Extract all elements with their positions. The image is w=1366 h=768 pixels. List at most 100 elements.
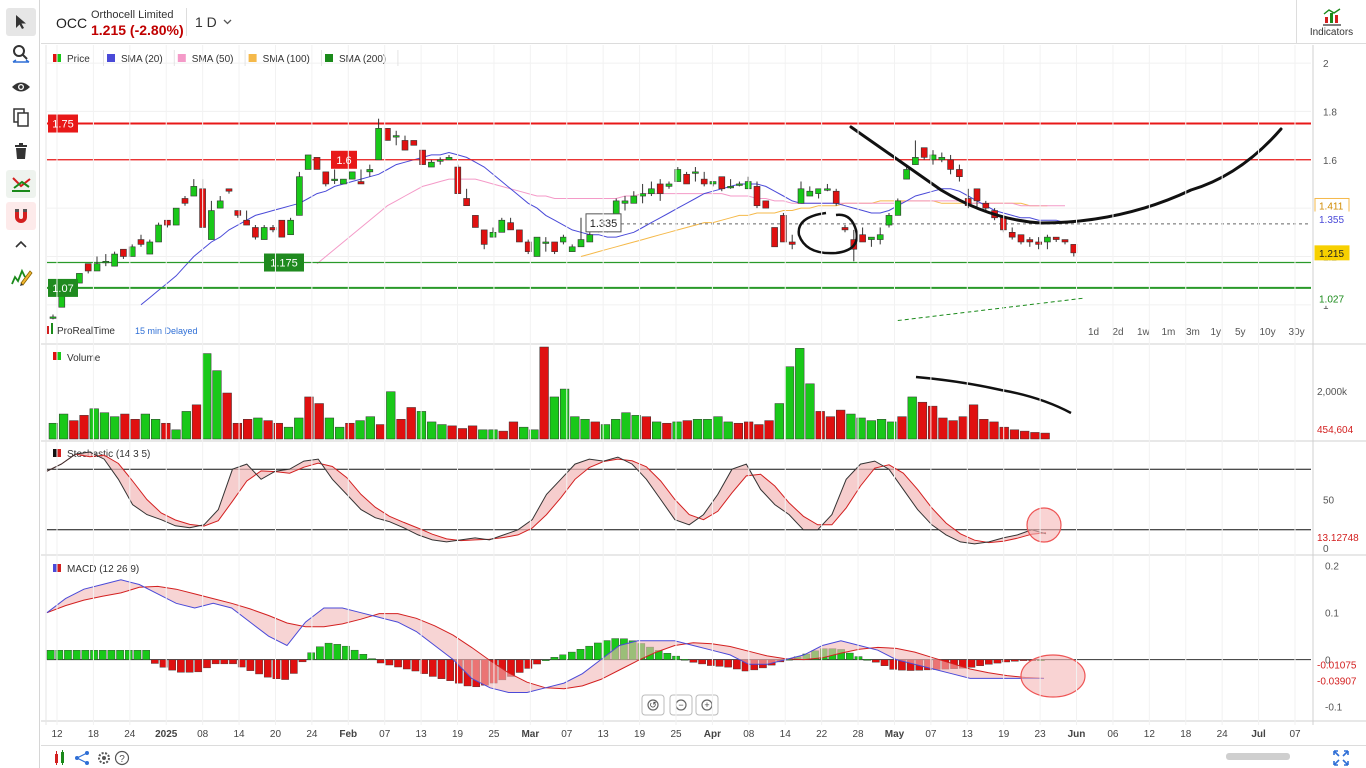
volume-bar	[938, 417, 948, 440]
pencil-icon[interactable]	[6, 262, 36, 290]
volume-bar	[713, 416, 723, 440]
magnet-icon[interactable]	[6, 202, 36, 230]
indicators-label: Indicators	[1309, 26, 1354, 38]
macd-histogram-bar	[394, 659, 402, 668]
copy-icon[interactable]	[6, 104, 36, 132]
zoom-out-icon[interactable]: −	[669, 694, 693, 716]
timeframe-button[interactable]: 1m	[1162, 327, 1176, 338]
macd-histogram-bar	[359, 654, 368, 660]
candle-body	[181, 198, 189, 204]
hand-drawn-volume-line[interactable]	[915, 375, 1072, 415]
eye-icon[interactable]	[6, 73, 36, 101]
x-tick-label: 12	[51, 729, 63, 740]
macd-histogram-bar	[846, 652, 854, 660]
macd-histogram-bar	[889, 659, 898, 670]
x-tick-label: 07	[379, 729, 391, 740]
volume-bar	[774, 403, 784, 440]
candle-body	[533, 236, 541, 257]
x-tick-label: Feb	[339, 729, 357, 740]
candle-body	[93, 263, 101, 272]
hand-drawn-circle[interactable]	[797, 211, 859, 255]
candle-body	[920, 147, 928, 158]
horizontal-scrollbar[interactable]	[1226, 753, 1290, 760]
timeframe-button[interactable]: 2d	[1113, 327, 1124, 338]
candle-body	[665, 183, 673, 187]
volume-bar	[733, 422, 744, 440]
chart-area[interactable]: 21.81.61.41.21PriceSMA (20)SMA (50)SMA (…	[41, 45, 1366, 745]
zoom-icon[interactable]	[6, 40, 36, 68]
legend-item[interactable]: Price	[53, 50, 104, 66]
volume-bar	[570, 416, 580, 440]
candle-body	[1061, 239, 1069, 243]
candle-body	[868, 236, 875, 240]
macd-histogram-bar	[863, 659, 871, 661]
help-icon[interactable]: ?	[113, 749, 131, 767]
volume-bar	[692, 419, 703, 440]
macd-histogram-bar	[290, 659, 298, 674]
reset-zoom-icon[interactable]: ↺	[641, 694, 665, 716]
candle-body	[912, 157, 919, 165]
candle-body	[410, 140, 418, 146]
status-bar: ?	[41, 745, 1366, 768]
candle-body	[428, 161, 435, 168]
macd-histogram-bar	[124, 650, 133, 660]
x-tick-label: 12	[1144, 729, 1156, 740]
cursor-icon[interactable]	[6, 8, 36, 36]
volume-bar	[651, 421, 662, 440]
volume-last-value: 454,604	[1317, 425, 1354, 436]
timeframe-button[interactable]: 1y	[1211, 327, 1222, 338]
highlight-circle[interactable]	[1020, 654, 1086, 698]
timeframe-button[interactable]: 10y	[1260, 327, 1276, 338]
fullscreen-icon[interactable]	[1332, 749, 1350, 767]
volume-bar	[478, 429, 488, 440]
volume-bar	[355, 420, 365, 440]
candle-body	[287, 219, 294, 236]
legend-item[interactable]: SMA (100)	[248, 50, 322, 66]
timeframe-button[interactable]: 1w	[1137, 327, 1151, 338]
timeframe-button[interactable]: 5y	[1235, 327, 1246, 338]
indicators-button[interactable]: Indicators	[1296, 0, 1366, 44]
symbol-ticker[interactable]: OCC	[56, 15, 87, 31]
candle-body	[313, 157, 321, 170]
candle-body	[164, 219, 171, 226]
zoom-in-icon[interactable]: +	[695, 694, 719, 716]
macd-histogram-bar	[385, 659, 394, 666]
chart-canvas[interactable]: 21.81.61.41.21PriceSMA (20)SMA (50)SMA (…	[41, 45, 1366, 745]
macd-histogram-bar	[559, 654, 567, 660]
candle-body	[894, 200, 902, 216]
volume-bar	[805, 383, 815, 440]
x-tick-label: Jun	[1068, 729, 1086, 740]
candle-body	[709, 181, 717, 185]
macd-histogram-bar	[90, 650, 98, 660]
trend-icon[interactable]	[6, 170, 36, 198]
interval-dropdown[interactable]: 1 D	[186, 8, 240, 36]
candle-body	[824, 188, 831, 191]
timeframe-button[interactable]: 3m	[1186, 327, 1200, 338]
macd-histogram-bar	[211, 659, 220, 665]
legend-item[interactable]: SMA (20)	[107, 50, 175, 66]
timeframe-button[interactable]: 30y	[1289, 327, 1305, 338]
x-tick-label: 08	[197, 729, 209, 740]
legend-item[interactable]: SMA (50)	[177, 50, 246, 66]
timeframe-button[interactable]: 1d	[1088, 327, 1099, 338]
chart-type-icon[interactable]	[51, 749, 69, 767]
legend-swatch	[177, 54, 186, 62]
macd-histogram-bar	[568, 651, 576, 660]
volume-bar	[682, 420, 692, 440]
collapse-icon[interactable]	[6, 234, 36, 254]
volume-bar	[396, 419, 406, 440]
x-tick-label: 07	[561, 729, 573, 740]
candle-body	[252, 227, 259, 238]
highlight-circle[interactable]	[1026, 507, 1062, 543]
candle-body	[700, 178, 708, 185]
share-icon[interactable]	[73, 749, 91, 767]
settings-icon[interactable]	[95, 749, 113, 767]
macd-histogram-bar	[194, 659, 203, 673]
legend-item[interactable]: SMA (200)	[325, 50, 399, 66]
macd-histogram-bar	[324, 642, 333, 660]
macd-signal-value: -0.03907	[1317, 676, 1357, 687]
axis-price-tag-label: 1.027	[1319, 294, 1344, 305]
trash-icon[interactable]	[6, 137, 36, 165]
macd-histogram-bar	[98, 650, 107, 660]
candle-body	[841, 227, 849, 231]
